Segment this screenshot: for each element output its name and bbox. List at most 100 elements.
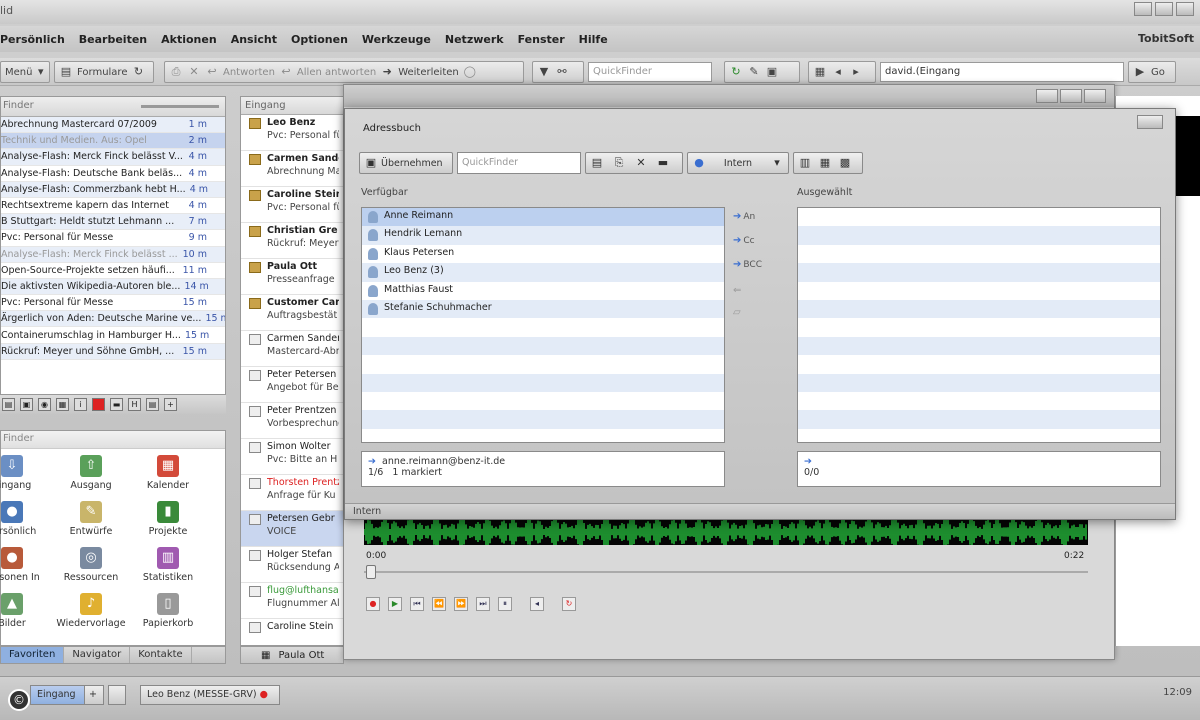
menu-bearbeiten[interactable]: Bearbeiten xyxy=(79,33,147,46)
fast-forward-icon[interactable]: ⏩ xyxy=(454,597,468,611)
dialog-quickfinder-input[interactable]: QuickFinder xyxy=(457,152,581,174)
news-icon[interactable]: ▦ xyxy=(56,398,69,411)
chat-icon[interactable]: ◯ xyxy=(463,65,477,79)
tile-kalender[interactable]: ▦ Kalender xyxy=(133,455,203,491)
copy-icon[interactable]: ⎘ xyxy=(612,156,626,170)
remove-all-icon[interactable]: ▱ xyxy=(733,307,767,318)
view-list-icon[interactable]: ▤ xyxy=(590,156,604,170)
binoculars-icon[interactable]: ⚯ xyxy=(555,65,569,79)
folder-icon[interactable]: ▣ xyxy=(20,398,33,411)
delete-icon[interactable]: ✕ xyxy=(187,65,201,79)
forward-button[interactable]: Weiterleiten xyxy=(398,67,459,78)
contact-row[interactable]: Klaus Petersen xyxy=(362,245,724,263)
card-icon[interactable]: ▬ xyxy=(656,156,670,170)
list-item[interactable]: Technik und Medien. Aus: Opel 2 m xyxy=(1,133,225,150)
reply-all-button[interactable]: Allen antworten xyxy=(297,67,376,78)
list-item[interactable]: Pvc: Personal für Messe 15 m xyxy=(1,295,225,312)
remove-button[interactable]: ⇐ xyxy=(733,285,767,296)
tab-navigator[interactable]: Navigator xyxy=(64,647,131,663)
tile-ausgang[interactable]: ⇧ Ausgang xyxy=(56,455,126,491)
list-item[interactable]: Pvc: Personal für Messe 9 m xyxy=(1,230,225,247)
list-item[interactable]: Analyse-Flash: Commerzbank hebt H... 4 m xyxy=(1,181,225,198)
list-item[interactable]: Rückruf: Meyer und Söhne GmbH, ... 15 m xyxy=(1,343,225,360)
tile-eingang[interactable]: ⇩ Eingang xyxy=(0,455,47,491)
forward-nav-icon[interactable]: ▸ xyxy=(849,65,863,79)
folder-select[interactable]: ● Intern ▾ xyxy=(687,152,789,174)
menu-aktionen[interactable]: Aktionen xyxy=(161,33,217,46)
menu-fenster[interactable]: Fenster xyxy=(518,33,565,46)
go-button[interactable]: ▶ Go xyxy=(1128,61,1176,83)
inbox-row[interactable]: Christian Gre Rückruf: Meyer xyxy=(241,223,343,259)
inbox-row[interactable]: Petersen Gebr VOICE xyxy=(241,511,343,547)
filter-icon[interactable]: ▼ xyxy=(537,65,551,79)
doc-icon[interactable]: ▦ xyxy=(813,65,827,79)
add-bcc-button[interactable]: ➔ BCC xyxy=(733,259,767,270)
playback-timeline[interactable] xyxy=(364,571,1088,573)
play-icon[interactable]: ▶ xyxy=(388,597,402,611)
grid-icon[interactable]: ▩ xyxy=(838,156,852,170)
inbox-row[interactable]: Peter Prentzen Vorbesprechung xyxy=(241,403,343,439)
inbox-row[interactable]: flug@lufthansa Flugnummer All xyxy=(241,583,343,619)
tile-papierkorb[interactable]: ▯ Papierkorb xyxy=(133,593,203,629)
maximize-button[interactable] xyxy=(1060,89,1082,103)
list-item[interactable]: Analyse-Flash: Deutsche Bank beläs... 4 m xyxy=(1,166,225,182)
menu-persoenlich[interactable]: Persönlich xyxy=(0,33,65,46)
wrench-icon[interactable]: ✎ xyxy=(747,65,761,79)
tab-kontakte[interactable]: Kontakte xyxy=(130,647,192,663)
inbox-row[interactable]: Caroline Stein Pvc: Personal für xyxy=(241,187,343,223)
list-item[interactable]: Analyse-Flash: Merck Finck belässt V... 4… xyxy=(1,149,225,166)
minimize-button[interactable] xyxy=(1036,89,1058,103)
menu-netzwerk[interactable]: Netzwerk xyxy=(445,33,504,46)
list-item[interactable]: Abrechnung Mastercard 07/2009 1 m xyxy=(1,117,225,134)
repeat-icon[interactable]: ↻ xyxy=(562,597,576,611)
inbox-row[interactable]: Peter Petersen Angebot für Be xyxy=(241,367,343,403)
tile-entwuerfe[interactable]: ✎ Entwürfe xyxy=(56,501,126,537)
contact-row[interactable]: Leo Benz (3) xyxy=(362,263,724,282)
forms-button[interactable]: ▤ Formulare ↻ xyxy=(54,61,154,83)
inbox-row[interactable]: Leo Benz Pvc: Personal für xyxy=(241,115,343,151)
close-button[interactable] xyxy=(1176,2,1194,16)
tab-favoriten[interactable]: Favoriten xyxy=(1,647,65,663)
inbox-row[interactable]: Customer Care Auftragsbestät xyxy=(241,295,343,331)
minimize-button[interactable] xyxy=(1134,2,1152,16)
menu-ansicht[interactable]: Ansicht xyxy=(231,33,277,46)
sync-icon[interactable]: ↻ xyxy=(729,65,743,79)
add-icon[interactable]: + xyxy=(164,398,177,411)
message-filter-input[interactable]: Finder xyxy=(3,100,34,111)
list-item[interactable]: B Stuttgart: Heldt stutzt Lehmann ... 7 m xyxy=(1,214,225,231)
tile-persoenlich[interactable]: ● Persönlich xyxy=(0,501,47,537)
rewind-icon[interactable]: ⏪ xyxy=(432,597,446,611)
tile-statistiken[interactable]: ▥ Statistiken xyxy=(133,547,203,583)
grid-icon[interactable]: ▦ xyxy=(261,650,270,661)
task-spacer-button[interactable] xyxy=(108,685,126,705)
task-message[interactable]: Leo Benz (MESSE-GRV) ● xyxy=(140,685,280,705)
playback-slider-handle[interactable] xyxy=(366,565,376,579)
reply-button[interactable]: Antworten xyxy=(223,67,275,78)
maximize-button[interactable] xyxy=(1155,2,1173,16)
tile-personen[interactable]: ● Personen In xyxy=(0,547,47,583)
close-button[interactable] xyxy=(1084,89,1106,103)
contact-row[interactable]: Stefanie Schuhmacher xyxy=(362,299,724,319)
football-icon[interactable]: ◉ xyxy=(38,398,51,411)
tile-projekte[interactable]: ▮ Projekte xyxy=(133,501,203,537)
inbox-row[interactable]: Simon Wolter Pvc: Bitte an H xyxy=(241,439,343,475)
hi-icon[interactable]: H xyxy=(128,398,141,411)
save-icon[interactable]: ▣ xyxy=(765,65,779,79)
tile-ressourcen[interactable]: ◎ Ressourcen xyxy=(56,547,126,583)
list-item[interactable]: Ärgerlich von Aden: Deutsche Marine ve..… xyxy=(1,311,225,328)
launcher-filter-input[interactable]: Finder xyxy=(1,431,225,449)
video-icon[interactable]: ▬ xyxy=(110,398,123,411)
add-to-button[interactable]: ➔ An xyxy=(733,211,767,222)
info-icon[interactable]: i xyxy=(74,398,87,411)
delete-icon[interactable]: ✕ xyxy=(634,156,648,170)
menu-optionen[interactable]: Optionen xyxy=(291,33,348,46)
inbox-row[interactable]: Carmen Sander Mastercard-Abr xyxy=(241,331,343,367)
note-icon[interactable]: ▤ xyxy=(146,398,159,411)
flag-icon[interactable] xyxy=(92,398,105,411)
pause-icon[interactable]: ⏸ xyxy=(498,597,512,611)
back-icon[interactable]: ◂ xyxy=(530,597,544,611)
inbox-row[interactable]: Thorsten Prentz Anfrage für Ku xyxy=(241,475,343,511)
print-icon[interactable]: ⎙ xyxy=(169,65,183,79)
selected-list[interactable] xyxy=(797,207,1161,443)
contact-row[interactable]: Matthias Faust xyxy=(362,282,724,300)
